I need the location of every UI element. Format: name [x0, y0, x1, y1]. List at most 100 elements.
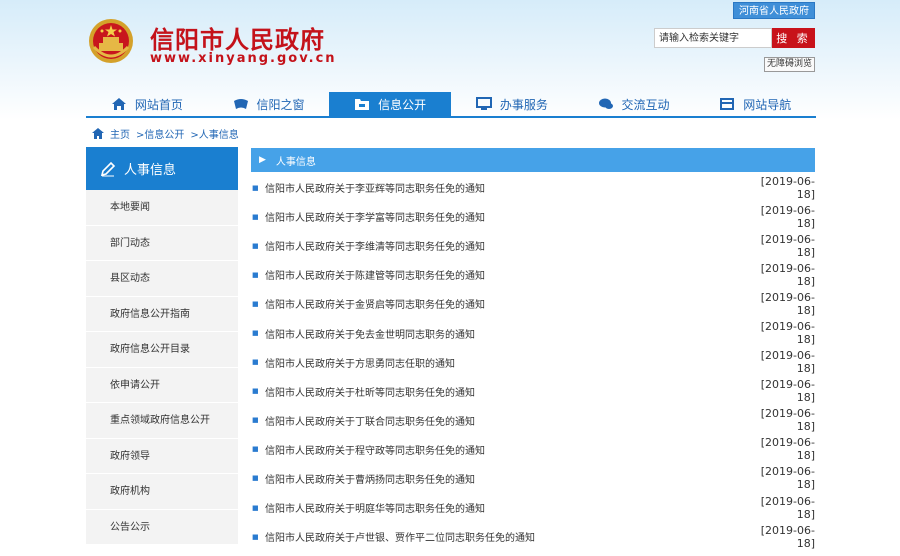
nav-item-label: 网站首页 [134, 97, 183, 112]
list-item[interactable]: ■ 信阳市人民政府关于李学富等同志职务任免的通知 [2019-06-18] [251, 202, 815, 231]
bullet-icon: ■ [252, 270, 259, 279]
list-item[interactable]: ■ 信阳市人民政府关于丁联合同志职务任免的通知 [2019-06-18] [251, 406, 815, 435]
nav-item-label: 网站导航 [743, 97, 792, 112]
list-item-title[interactable]: 信阳市人民政府关于金贤启等同志职务任免的通知 [265, 296, 745, 311]
nav-item-info-disclosure[interactable]: 信息公开 [329, 92, 452, 116]
sidebar: 人事信息 本地要闻 部门动态 县区动态 政府信息公开指南 政府信息公开目录 依申… [86, 147, 238, 545]
sidebar-item-local-news[interactable]: 本地要闻 [86, 190, 238, 226]
nav-item-services[interactable]: 办事服务 [451, 92, 573, 116]
list-item-date: [2019-06-18] [760, 203, 815, 230]
window-icon [233, 99, 248, 109]
list-item-title[interactable]: 信阳市人民政府关于方思勇同志任职的通知 [265, 355, 745, 370]
sidebar-item-disclosure-guide[interactable]: 政府信息公开指南 [86, 296, 238, 332]
bullet-icon: ■ [252, 532, 259, 541]
sidebar-item-key-areas[interactable]: 重点领域政府信息公开 [86, 403, 238, 439]
nav-item-interaction[interactable]: 交流互动 [573, 92, 695, 116]
bullet-icon: ■ [252, 241, 259, 250]
sidebar-item-announcements[interactable]: 公告公示 [86, 509, 238, 545]
breadcrumb: 主页 >信息公开 >人事信息 [92, 126, 239, 141]
list-item-date: [2019-06-18] [760, 174, 815, 201]
list-item[interactable]: ■ 信阳市人民政府关于方思勇同志任职的通知 [2019-06-18] [251, 348, 815, 377]
sidebar-title: 人事信息 [86, 147, 238, 190]
list-item-date: [2019-06-18] [760, 232, 815, 259]
breadcrumb-personnel-info[interactable]: >人事信息 [190, 126, 238, 141]
breadcrumb-info-disclosure[interactable]: >信息公开 [136, 126, 184, 141]
site-name: 信阳市人民政府 [150, 25, 325, 54]
sidebar-item-leaders[interactable]: 政府领导 [86, 438, 238, 474]
sidebar-title-label: 人事信息 [124, 163, 177, 178]
sidebar-item-disclosure-catalog[interactable]: 政府信息公开目录 [86, 332, 238, 368]
list-item[interactable]: ■ 信阳市人民政府关于金贤启等同志职务任免的通知 [2019-06-18] [251, 289, 815, 318]
bullet-icon: ■ [252, 416, 259, 425]
list-item[interactable]: ■ 信阳市人民政府关于杜昕等同志职务任免的通知 [2019-06-18] [251, 377, 815, 406]
list-item-title[interactable]: 信阳市人民政府关于丁联合同志职务任免的通知 [265, 413, 745, 428]
bullet-icon: ■ [252, 474, 259, 483]
sidebar-item-county-news[interactable]: 县区动态 [86, 261, 238, 297]
chat-icon [598, 98, 613, 109]
list-item-title[interactable]: 信阳市人民政府关于程守政等同志职务任免的通知 [265, 442, 745, 457]
nav-item-label: 信阳之窗 [256, 97, 305, 112]
home-icon [111, 98, 126, 110]
bullet-icon: ■ [252, 299, 259, 308]
list-item[interactable]: ■ 信阳市人民政府关于程守政等同志职务任免的通知 [2019-06-18] [251, 435, 815, 464]
list-item-title[interactable]: 信阳市人民政府关于曹炳扬同志职务任免的通知 [265, 471, 745, 486]
triangle-right-icon: ▶ [259, 155, 266, 165]
list-item-date: [2019-06-18] [760, 523, 815, 550]
sidebar-item-request-disclosure[interactable]: 依申请公开 [86, 367, 238, 403]
list-item[interactable]: ■ 信阳市人民政府关于曹炳扬同志职务任免的通知 [2019-06-18] [251, 464, 815, 493]
list-item-date: [2019-06-18] [760, 407, 815, 434]
list-item-title[interactable]: 信阳市人民政府关于李维清等同志职务任免的通知 [265, 238, 745, 253]
list-heading: 人事信息 [275, 156, 316, 168]
sidebar-item-dept-news[interactable]: 部门动态 [86, 225, 238, 261]
list-item-date: [2019-06-18] [760, 494, 815, 521]
site-domain: www.xinyang.gov.cn [150, 51, 337, 66]
nav-item-label: 交流互动 [621, 97, 670, 112]
accessibility-button[interactable]: 无障碍浏览 [764, 57, 815, 72]
nav-item-label: 信息公开 [378, 97, 427, 112]
list-item[interactable]: ■ 信阳市人民政府关于李维清等同志职务任免的通知 [2019-06-18] [251, 231, 815, 260]
list-item[interactable]: ■ 信阳市人民政府关于卢世银、贾作平二位同志职务任免的通知 [2019-06-18] [251, 522, 815, 551]
bullet-icon: ■ [252, 183, 259, 192]
bullet-icon: ■ [252, 329, 259, 338]
list-item-title[interactable]: 信阳市人民政府关于李学富等同志职务任免的通知 [265, 209, 745, 224]
search-button[interactable]: 搜 索 [772, 28, 815, 48]
sitemap-icon [720, 98, 735, 110]
list-item-title[interactable]: 信阳市人民政府关于杜昕等同志职务任免的通知 [265, 384, 745, 399]
list-item-date: [2019-06-18] [760, 378, 815, 405]
bullet-icon: ■ [252, 212, 259, 221]
list-item-title[interactable]: 信阳市人民政府关于免去金世明同志职务的通知 [265, 326, 745, 341]
list-item-date: [2019-06-18] [760, 436, 815, 463]
bullet-icon: ■ [252, 503, 259, 512]
list-item-date: [2019-06-18] [760, 290, 815, 317]
bullet-icon: ■ [252, 358, 259, 367]
list-item-date: [2019-06-18] [760, 261, 815, 288]
folder-icon [355, 99, 370, 110]
monitor-icon [475, 97, 492, 110]
nav-item-sitemap[interactable]: 网站导航 [694, 92, 816, 116]
list-item[interactable]: ■ 信阳市人民政府关于李亚辉等同志职务任免的通知 [2019-06-18] [251, 173, 815, 202]
list-item[interactable]: ■ 信阳市人民政府关于陈建管等同志职务任免的通知 [2019-06-18] [251, 260, 815, 289]
news-list: ■ 信阳市人民政府关于李亚辉等同志职务任免的通知 [2019-06-18] ■ 信阳市人… [251, 173, 815, 551]
list-item-date: [2019-06-18] [760, 349, 815, 376]
list-item-date: [2019-06-18] [760, 465, 815, 492]
main-nav: 网站首页 信阳之窗 信息公开 办事服务 交流互动 网站导航 [86, 92, 816, 118]
list-item[interactable]: ■ 信阳市人民政府关于免去金世明同志职务的通知 [2019-06-18] [251, 318, 815, 347]
list-item-title[interactable]: 信阳市人民政府关于明庭华等同志职务任免的通知 [265, 500, 745, 515]
home-icon [92, 128, 104, 139]
sidebar-item-agencies[interactable]: 政府机构 [86, 474, 238, 510]
pencil-icon [100, 161, 116, 176]
province-gov-link[interactable]: 河南省人民政府 [733, 2, 815, 19]
list-item-title[interactable]: 信阳市人民政府关于陈建管等同志职务任免的通知 [265, 267, 745, 282]
bullet-icon: ■ [252, 387, 259, 396]
breadcrumb-home[interactable]: 主页 [110, 126, 130, 141]
nav-item-window[interactable]: 信阳之窗 [208, 92, 330, 116]
nav-item-label: 办事服务 [499, 97, 548, 112]
nav-item-home[interactable]: 网站首页 [86, 92, 208, 116]
list-heading-bar: ▶ 人事信息 [251, 148, 815, 172]
list-item-date: [2019-06-18] [760, 320, 815, 347]
list-item[interactable]: ■ 信阳市人民政府关于明庭华等同志职务任免的通知 [2019-06-18] [251, 493, 815, 522]
list-item-title[interactable]: 信阳市人民政府关于卢世银、贾作平二位同志职务任免的通知 [265, 529, 745, 544]
search-input[interactable] [654, 28, 772, 48]
national-emblem-logo [88, 17, 134, 65]
list-item-title[interactable]: 信阳市人民政府关于李亚辉等同志职务任免的通知 [265, 180, 745, 195]
